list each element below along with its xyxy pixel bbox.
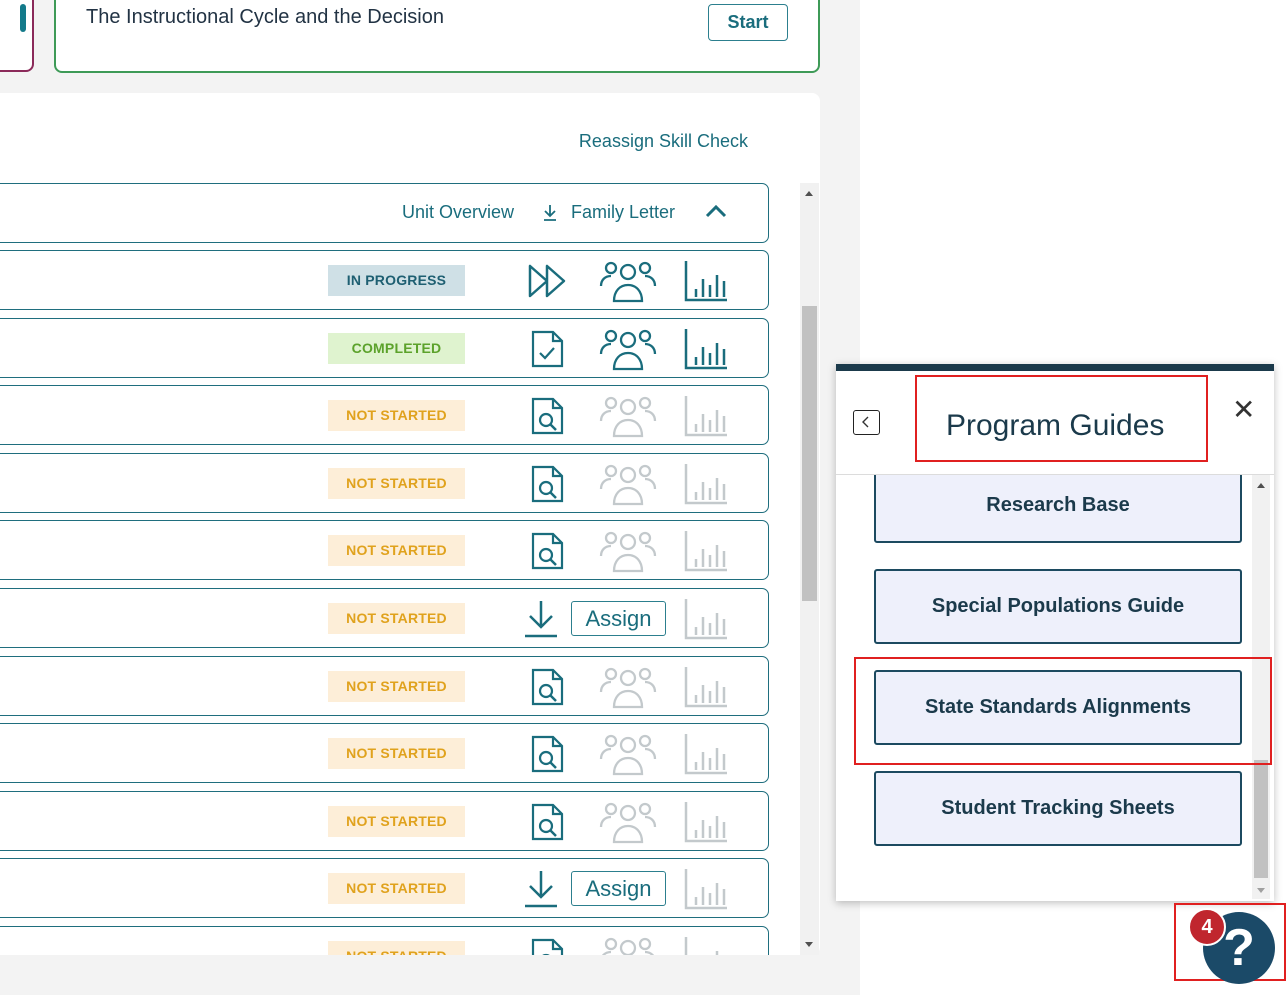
download-icon[interactable] — [519, 869, 563, 909]
bar-chart-icon[interactable] — [683, 327, 729, 371]
status-badge: NOT STARTED — [328, 670, 465, 702]
highlight-box — [854, 657, 1272, 765]
status-badge: NOT STARTED — [328, 467, 465, 499]
unit-overview-link[interactable]: Unit Overview — [402, 202, 514, 223]
lesson-row[interactable]: NOT STARTED — [0, 655, 769, 716]
bar-chart-icon — [684, 734, 727, 775]
lesson-row[interactable]: NOT STARTED — [0, 723, 769, 784]
bar-chart-icon — [684, 801, 727, 843]
document-search-icon[interactable] — [526, 667, 570, 707]
bar-chart-icon[interactable] — [683, 259, 729, 303]
students-icon — [599, 397, 657, 438]
lesson-row[interactable]: NOT STARTED — [0, 790, 769, 851]
notification-badge: 4 — [1188, 908, 1226, 946]
status-badge: NOT STARTED — [328, 873, 465, 905]
status-badge: IN PROGRESS — [328, 265, 465, 296]
bar-chart-icon — [684, 599, 727, 640]
reassign-skill-check-link[interactable]: Reassign Skill Check — [579, 131, 748, 152]
document-search-icon[interactable] — [526, 734, 570, 774]
guide-research-base-button[interactable]: Research Base — [874, 475, 1242, 543]
students-icon — [599, 532, 657, 573]
document-search-icon[interactable] — [526, 531, 570, 571]
bar-chart-icon — [684, 937, 719, 955]
lesson-row[interactable]: NOT STARTED — [0, 926, 769, 955]
chevron-up-icon[interactable] — [705, 204, 727, 218]
back-button[interactable] — [853, 410, 880, 435]
unit-header: Unit Overview Family Letter — [0, 183, 769, 243]
panel-scrollbar[interactable] — [800, 183, 819, 955]
lesson-row[interactable]: COMPLETED — [0, 317, 769, 378]
lesson-row[interactable]: NOT STARTED — [0, 520, 769, 581]
document-search-icon[interactable] — [526, 802, 570, 842]
bar-chart-icon — [684, 396, 727, 437]
download-icon[interactable] — [542, 204, 558, 222]
students-icon — [599, 464, 657, 505]
students-icon — [599, 667, 657, 708]
lesson-row[interactable]: NOT STARTED — [0, 385, 769, 446]
document-search-icon[interactable] — [526, 396, 570, 436]
fast-forward-icon[interactable] — [526, 261, 570, 301]
lesson-row[interactable]: NOT STARTED — [0, 452, 769, 513]
students-icon — [599, 735, 657, 776]
status-badge: NOT STARTED — [328, 535, 465, 567]
status-badge: COMPLETED — [328, 332, 465, 364]
assign-button[interactable]: Assign — [571, 601, 666, 636]
document-search-icon[interactable] — [526, 937, 570, 955]
highlight-box — [915, 375, 1208, 462]
previous-lesson-card[interactable] — [0, 0, 34, 72]
lesson-card: The Instructional Cycle and the Decision… — [54, 0, 820, 73]
status-badge: NOT STARTED — [328, 738, 465, 770]
document-check-icon[interactable] — [526, 329, 570, 369]
lesson-title: The Instructional Cycle and the Decision — [86, 6, 444, 28]
bar-chart-icon — [684, 666, 727, 707]
close-icon[interactable]: ✕ — [1232, 393, 1255, 426]
bar-chart-icon — [684, 463, 727, 505]
lesson-row[interactable]: IN PROGRESS — [0, 250, 769, 310]
start-button[interactable]: Start — [708, 4, 788, 41]
students-icon[interactable] — [599, 258, 657, 304]
family-letter-link[interactable]: Family Letter — [571, 202, 675, 223]
bar-chart-icon — [684, 531, 727, 572]
students-icon — [602, 937, 654, 955]
status-badge: NOT STARTED — [328, 805, 465, 837]
guide-special-populations-button[interactable]: Special Populations Guide — [874, 569, 1242, 644]
chevron-left-icon — [862, 416, 869, 428]
download-icon[interactable] — [519, 599, 563, 639]
bar-chart-icon — [684, 869, 727, 910]
document-search-icon[interactable] — [526, 464, 570, 504]
status-badge: NOT STARTED — [328, 603, 465, 634]
unit-panel: Reassign Skill Check Unit Overview Famil… — [0, 93, 820, 955]
lesson-row[interactable]: NOT STARTED Assign — [0, 588, 769, 648]
students-icon[interactable] — [599, 326, 657, 372]
lesson-row[interactable]: NOT STARTED Assign — [0, 858, 769, 919]
status-badge: NOT STARTED — [328, 400, 465, 432]
students-icon — [599, 802, 657, 843]
assign-button[interactable]: Assign — [571, 871, 666, 907]
guide-student-tracking-button[interactable]: Student Tracking Sheets — [874, 771, 1242, 846]
status-badge: NOT STARTED — [328, 941, 465, 955]
